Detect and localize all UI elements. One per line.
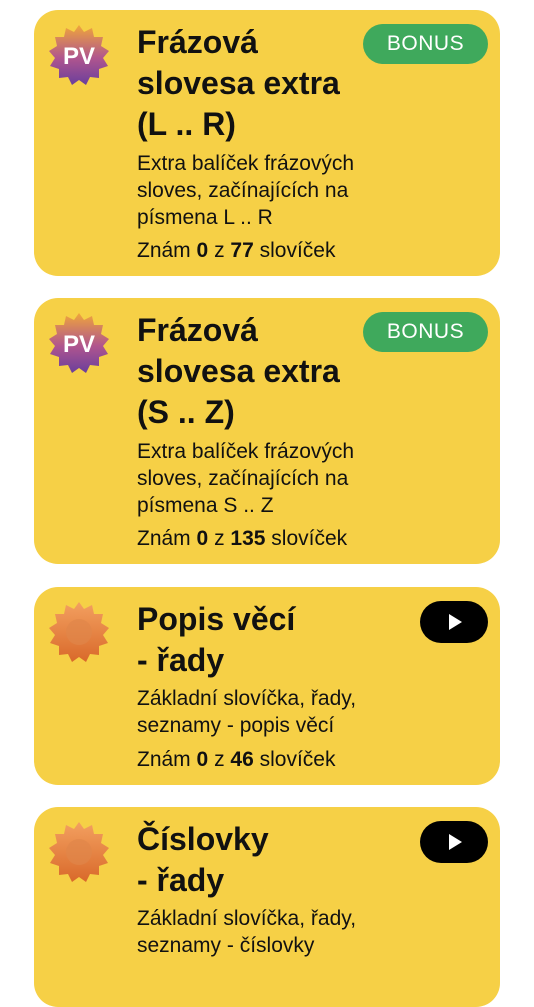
orange-sun-badge-icon xyxy=(48,821,110,883)
pv-badge-label: PV xyxy=(63,43,95,70)
known-count: 0 xyxy=(196,748,209,771)
count-mid: z xyxy=(214,748,225,771)
play-button[interactable] xyxy=(420,601,488,643)
total-count: 46 xyxy=(230,748,254,771)
bonus-button[interactable]: BONUS xyxy=(363,312,488,352)
count-prefix: Znám xyxy=(137,748,191,771)
known-count: 0 xyxy=(196,527,209,550)
lesson-description: Základní slovíčka, řady, seznamy - číslo… xyxy=(137,907,357,957)
count-suffix: slovíček xyxy=(259,748,336,771)
play-button[interactable] xyxy=(420,821,488,863)
count-suffix: slovíček xyxy=(259,239,336,262)
lesson-title: Frázová slovesa extra (L .. R) xyxy=(137,24,340,142)
lesson-title: Číslovky - řady xyxy=(137,821,269,898)
play-icon xyxy=(449,614,462,630)
known-count: 0 xyxy=(196,239,209,262)
play-icon xyxy=(449,834,462,850)
lesson-card-phrasal-s-z[interactable]: PV Frázová slovesa extra (S .. Z) Extra … xyxy=(34,298,500,564)
total-count: 77 xyxy=(230,239,254,262)
total-count: 135 xyxy=(230,527,266,550)
word-count: Znám 0 z 77 slovíček xyxy=(137,237,335,264)
lesson-description: Extra balíček frázových sloves, začínají… xyxy=(137,152,355,229)
lesson-card-cislovky[interactable]: Číslovky - řady Základní slovíčka, řady,… xyxy=(34,807,500,1007)
lesson-card-phrasal-l-r[interactable]: PV Frázová slovesa extra (L .. R) Extra … xyxy=(34,10,500,276)
lesson-title: Frázová slovesa extra (S .. Z) xyxy=(137,312,340,430)
word-count: Znám 0 z 46 slovíček xyxy=(137,746,335,773)
pv-sun-badge-icon: PV xyxy=(48,24,110,86)
lesson-description: Základní slovíčka, řady, seznamy - popis… xyxy=(137,687,357,737)
orange-sun-badge-icon xyxy=(48,601,110,663)
lesson-card-popis-veci[interactable]: Popis věcí - řady Základní slovíčka, řad… xyxy=(34,587,500,785)
count-mid: z xyxy=(214,239,225,262)
word-count: Znám 0 z 135 slovíček xyxy=(137,525,347,552)
count-mid: z xyxy=(214,527,225,550)
bonus-button[interactable]: BONUS xyxy=(363,24,488,64)
count-prefix: Znám xyxy=(137,527,191,550)
count-prefix: Znám xyxy=(137,239,191,262)
pv-sun-badge-icon: PV xyxy=(48,312,110,374)
pv-badge-label: PV xyxy=(63,331,95,358)
lesson-description: Extra balíček frázových sloves, začínají… xyxy=(137,440,355,517)
lesson-title: Popis věcí - řady xyxy=(137,601,296,678)
count-suffix: slovíček xyxy=(271,527,348,550)
